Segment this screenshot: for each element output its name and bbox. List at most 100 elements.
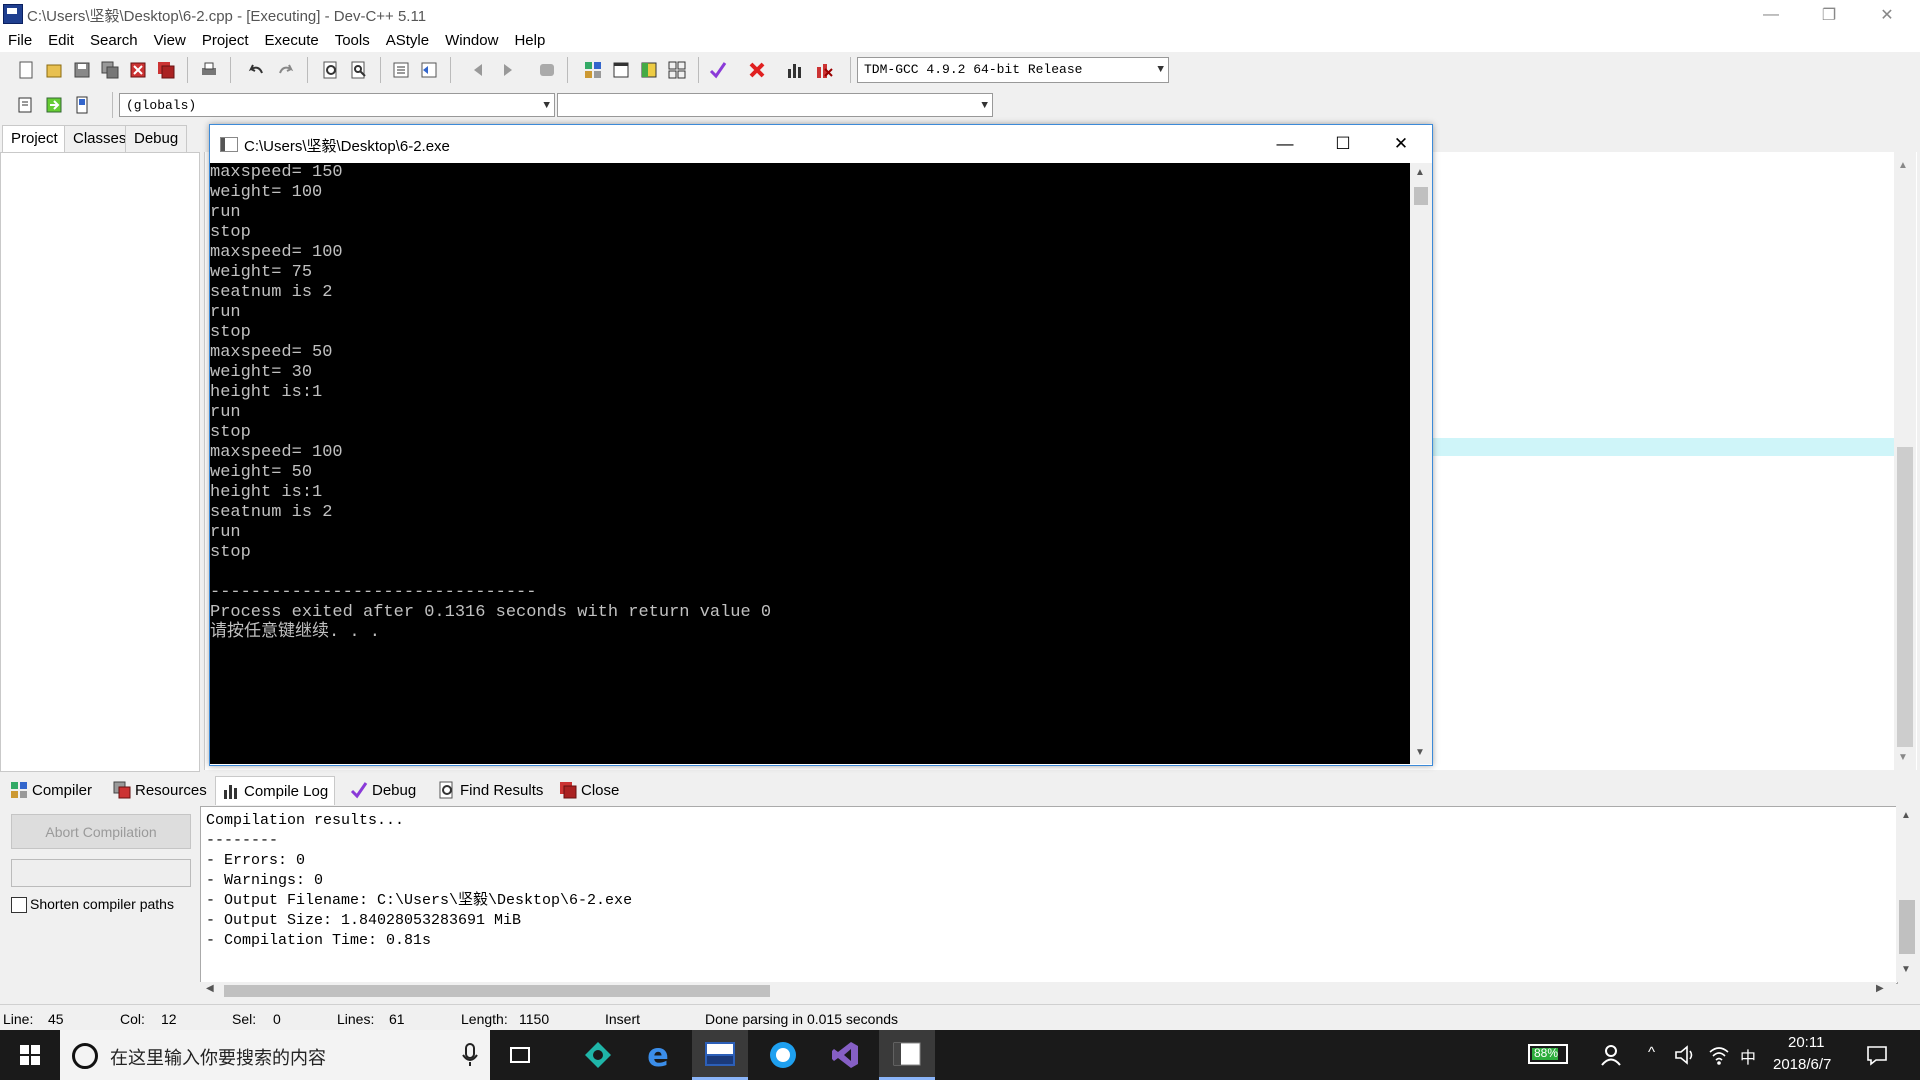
- replace-icon[interactable]: [348, 59, 370, 81]
- scroll-right-icon[interactable]: ▶: [1876, 983, 1884, 994]
- console-line: maxspeed= 150: [210, 163, 343, 182]
- menu-file[interactable]: File: [0, 30, 40, 52]
- toggle-bookmark-icon[interactable]: [71, 94, 93, 116]
- indent-icon[interactable]: [390, 59, 412, 81]
- menu-edit[interactable]: Edit: [40, 30, 82, 52]
- window-view-icon[interactable]: [610, 59, 632, 81]
- wifi-icon[interactable]: [1708, 1044, 1730, 1069]
- console-icon: [220, 137, 238, 152]
- menu-execute[interactable]: Execute: [257, 30, 327, 52]
- console-scrollbar[interactable]: ▲ ▼: [1410, 163, 1432, 764]
- show-hidden-icons-icon[interactable]: ^: [1648, 1044, 1655, 1061]
- log-horizontal-thumb[interactable]: [224, 985, 770, 997]
- project-panel[interactable]: [0, 152, 200, 772]
- tab-project[interactable]: Project: [2, 125, 67, 152]
- close-file-icon[interactable]: [127, 59, 149, 81]
- tab-debug[interactable]: Debug: [125, 125, 188, 152]
- console-scroll-thumb[interactable]: [1414, 187, 1428, 205]
- tab-resources[interactable]: Resources: [107, 776, 213, 804]
- clock-time[interactable]: 20:11: [1788, 1034, 1824, 1051]
- editor-scroll-thumb[interactable]: [1897, 447, 1913, 747]
- scroll-up-icon[interactable]: ▲: [1901, 810, 1911, 821]
- scroll-down-icon[interactable]: ▼: [1415, 747, 1425, 758]
- menu-tools[interactable]: Tools: [327, 30, 378, 52]
- open-file-icon[interactable]: [43, 59, 65, 81]
- editor-vertical-scrollbar[interactable]: ▲ ▼: [1894, 152, 1916, 770]
- visual-studio-icon[interactable]: [817, 1030, 873, 1080]
- menu-astyle[interactable]: AStyle: [378, 30, 437, 52]
- save-icon[interactable]: [71, 59, 93, 81]
- console-output[interactable]: maxspeed= 150 weight= 100 run stop maxsp…: [210, 163, 1410, 764]
- close-button[interactable]: ✕: [1858, 0, 1916, 30]
- tab-compile-log-label: Compile Log: [244, 782, 329, 800]
- devcpp-taskbar-icon[interactable]: [692, 1030, 748, 1080]
- console-close-button[interactable]: ✕: [1372, 125, 1430, 163]
- compile-log[interactable]: Compilation results... -------- - Errors…: [200, 806, 1898, 984]
- taskbar-search-box[interactable]: 在这里输入你要搜索的内容: [60, 1030, 490, 1080]
- taskbar-app-teal-icon[interactable]: [570, 1030, 626, 1080]
- tab-compiler[interactable]: Compiler: [4, 776, 98, 804]
- goto-icon[interactable]: [43, 94, 65, 116]
- tab-find-results[interactable]: Find Results: [432, 776, 549, 804]
- menu-project[interactable]: Project: [194, 30, 257, 52]
- undo-icon[interactable]: [245, 59, 267, 81]
- menu-search[interactable]: Search: [82, 30, 146, 52]
- unindent-icon[interactable]: [418, 59, 440, 81]
- save-all-icon[interactable]: [99, 59, 121, 81]
- toggle-comment-icon[interactable]: [536, 59, 558, 81]
- log-vertical-scrollbar[interactable]: ▲ ▼: [1896, 806, 1918, 982]
- menu-help[interactable]: Help: [506, 30, 553, 52]
- microphone-icon[interactable]: [462, 1043, 478, 1070]
- console-maximize-button[interactable]: ☐: [1314, 125, 1372, 163]
- class-toolbar: (globals) ▼ ▼: [0, 88, 1920, 122]
- insert-icon[interactable]: [15, 94, 37, 116]
- scroll-up-icon[interactable]: ▲: [1898, 160, 1908, 171]
- log-horizontal-scrollbar[interactable]: ◀ ▶: [200, 982, 1896, 1000]
- scroll-up-icon[interactable]: ▲: [1415, 167, 1425, 178]
- shorten-paths-checkbox[interactable]: [11, 897, 27, 913]
- grid-view-icon[interactable]: [582, 59, 604, 81]
- print-icon[interactable]: [198, 59, 220, 81]
- bookmark-back-icon[interactable]: [468, 59, 490, 81]
- input-method-indicator[interactable]: 中: [1740, 1044, 1756, 1068]
- windows-start-icon[interactable]: [2, 1030, 58, 1080]
- menu-window[interactable]: Window: [437, 30, 506, 52]
- tile-icon[interactable]: [666, 59, 688, 81]
- log-vertical-thumb[interactable]: [1899, 900, 1915, 954]
- menu-view[interactable]: View: [146, 30, 194, 52]
- layout-icon[interactable]: [638, 59, 660, 81]
- edge-browser-icon[interactable]: e: [630, 1030, 686, 1080]
- scroll-down-icon[interactable]: ▼: [1898, 752, 1908, 763]
- restore-button[interactable]: ❐: [1800, 0, 1858, 30]
- close-all-icon[interactable]: [155, 59, 177, 81]
- profile-chart-icon[interactable]: [784, 59, 806, 81]
- scroll-left-icon[interactable]: ◀: [206, 983, 214, 994]
- scope-select[interactable]: (globals) ▼: [119, 93, 555, 117]
- check-syntax-icon[interactable]: [707, 59, 729, 81]
- people-icon[interactable]: [1600, 1044, 1622, 1069]
- action-center-icon[interactable]: [1866, 1044, 1888, 1069]
- console-minimize-button[interactable]: —: [1256, 125, 1314, 163]
- tab-close[interactable]: Close: [553, 776, 625, 804]
- tab-compile-log[interactable]: Compile Log: [215, 776, 336, 805]
- tab-debug-bottom[interactable]: Debug: [344, 776, 422, 804]
- abort-compilation-button[interactable]: Abort Compilation: [11, 814, 191, 849]
- console-window[interactable]: C:\Users\坚毅\Desktop\6-2.exe — ☐ ✕ maxspe…: [209, 124, 1433, 766]
- clock-date[interactable]: 2018/6/7: [1773, 1056, 1831, 1073]
- minimize-button[interactable]: —: [1742, 0, 1800, 30]
- stop-execution-icon[interactable]: [746, 59, 768, 81]
- bookmark-forward-icon[interactable]: [496, 59, 518, 81]
- find-icon[interactable]: [320, 59, 342, 81]
- window-title: C:\Users\坚毅\Desktop\6-2.cpp - [Executing…: [27, 8, 427, 25]
- delete-profile-icon[interactable]: [813, 59, 835, 81]
- function-select[interactable]: ▼: [557, 93, 993, 117]
- scroll-down-icon[interactable]: ▼: [1901, 964, 1911, 975]
- new-file-icon[interactable]: [15, 59, 37, 81]
- qq-browser-icon[interactable]: [755, 1030, 811, 1080]
- redo-icon[interactable]: [275, 59, 297, 81]
- volume-icon[interactable]: [1674, 1044, 1696, 1069]
- log-line: - Compilation Time: 0.81s: [206, 932, 432, 949]
- compiler-select[interactable]: TDM-GCC 4.9.2 64-bit Release ▼: [857, 57, 1169, 83]
- console-taskbar-icon[interactable]: [879, 1030, 935, 1080]
- task-view-icon[interactable]: [492, 1030, 548, 1080]
